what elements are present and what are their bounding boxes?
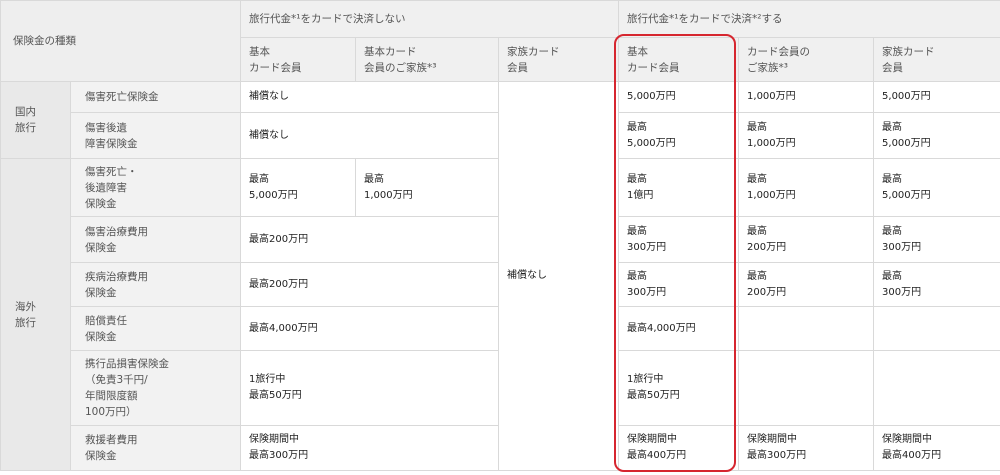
group-header-card-payment: 旅行代金*¹をカードで決済*²する xyxy=(618,0,1000,38)
cell-p-basic: 最高 1億円 xyxy=(618,158,740,217)
cell-np-basic: 最高 5,000万円 xyxy=(240,158,356,217)
cell-p-member-family: 保険期間中 最高300万円 xyxy=(738,425,875,471)
item-label: 賠償責任 保険金 xyxy=(70,306,241,351)
cell-p-basic: 1旅行中 最高50万円 xyxy=(618,350,740,426)
col-header-p-member-family: カード会員の ご家族*³ xyxy=(738,37,875,82)
cell-p-basic: 最高 5,000万円 xyxy=(618,112,740,159)
cell-p-member-family: 最高 200万円 xyxy=(738,216,875,263)
col-header-np-basic: 基本 カード会員 xyxy=(240,37,356,82)
col-header-np-basic-family: 基本カード 会員のご家族*³ xyxy=(355,37,499,82)
col-header-np-family-card: 家族カード 会員 xyxy=(497,37,620,82)
cell-p-member-family: 1,000万円 xyxy=(738,81,875,113)
cell-p-family-card-empty xyxy=(873,350,1000,426)
cell-p-basic: 保険期間中 最高400万円 xyxy=(618,425,740,471)
item-label: 傷害死亡保険金 xyxy=(70,81,241,113)
cell-p-basic: 最高 300万円 xyxy=(618,262,740,307)
cell-p-member-family-empty xyxy=(738,306,875,351)
item-label: 救援者費用 保険金 xyxy=(70,425,241,471)
cell-p-basic: 5,000万円 xyxy=(618,81,740,113)
item-label: 傷害死亡・ 後遺障害 保険金 xyxy=(70,158,241,217)
col-header-p-family-card: 家族カード 会員 xyxy=(873,37,1000,82)
cell-p-basic: 最高 300万円 xyxy=(618,216,740,263)
cell-p-family-card: 最高 5,000万円 xyxy=(873,112,1000,159)
cell-p-family-card: 最高 300万円 xyxy=(873,216,1000,263)
cell-np-basic: 1旅行中 最高50万円 xyxy=(240,350,499,426)
item-label: 傷害後遺 障害保険金 xyxy=(70,112,241,159)
item-label: 疾病治療費用 保険金 xyxy=(70,262,241,307)
cell-np-basic: 補償なし xyxy=(240,81,499,113)
cell-p-family-card: 最高 5,000万円 xyxy=(873,158,1000,217)
item-label: 傷害治療費用 保険金 xyxy=(70,216,241,263)
insurance-type-header: 保険金の種類 xyxy=(0,0,241,82)
cell-np-family-card: 補償なし xyxy=(497,81,620,471)
insurance-table-page: 保険金の種類 旅行代金*¹をカードで決済しない 旅行代金*¹をカードで決済*²す… xyxy=(0,0,1000,475)
cell-p-member-family: 最高 200万円 xyxy=(738,262,875,307)
cell-p-basic: 最高4,000万円 xyxy=(618,306,740,351)
cell-p-member-family: 最高 1,000万円 xyxy=(738,112,875,159)
cell-p-member-family: 最高 1,000万円 xyxy=(738,158,875,217)
cell-np-basic-family: 最高 1,000万円 xyxy=(355,158,499,217)
col-header-p-basic: 基本 カード会員 xyxy=(618,37,740,82)
cell-p-member-family-empty xyxy=(738,350,875,426)
cell-np-basic: 最高200万円 xyxy=(240,216,499,263)
group-header-no-card-payment: 旅行代金*¹をカードで決済しない xyxy=(239,0,620,38)
cell-p-family-card: 保険期間中 最高400万円 xyxy=(873,425,1000,471)
cell-np-basic: 最高4,000万円 xyxy=(240,306,499,351)
cell-np-basic: 保険期間中 最高300万円 xyxy=(240,425,499,471)
cell-p-family-card: 5,000万円 xyxy=(873,81,1000,113)
cell-np-basic: 最高200万円 xyxy=(240,262,499,307)
table-row: 国内 旅行 傷害死亡保険金 補償なし 補償なし 5,000万円 1,000万円 … xyxy=(0,81,1000,471)
category-domestic: 国内 旅行 xyxy=(0,81,71,159)
cell-p-family-card-empty xyxy=(873,306,1000,351)
insurance-coverage-table: 保険金の種類 旅行代金*¹をカードで決済しない 旅行代金*¹をカードで決済*²す… xyxy=(0,0,1000,471)
item-label: 携行品損害保険金 （免責3千円/ 年間限度額 100万円） xyxy=(70,350,241,426)
cell-np-basic: 補償なし xyxy=(240,112,499,159)
cell-p-family-card: 最高 300万円 xyxy=(873,262,1000,307)
category-overseas: 海外 旅行 xyxy=(0,158,71,471)
